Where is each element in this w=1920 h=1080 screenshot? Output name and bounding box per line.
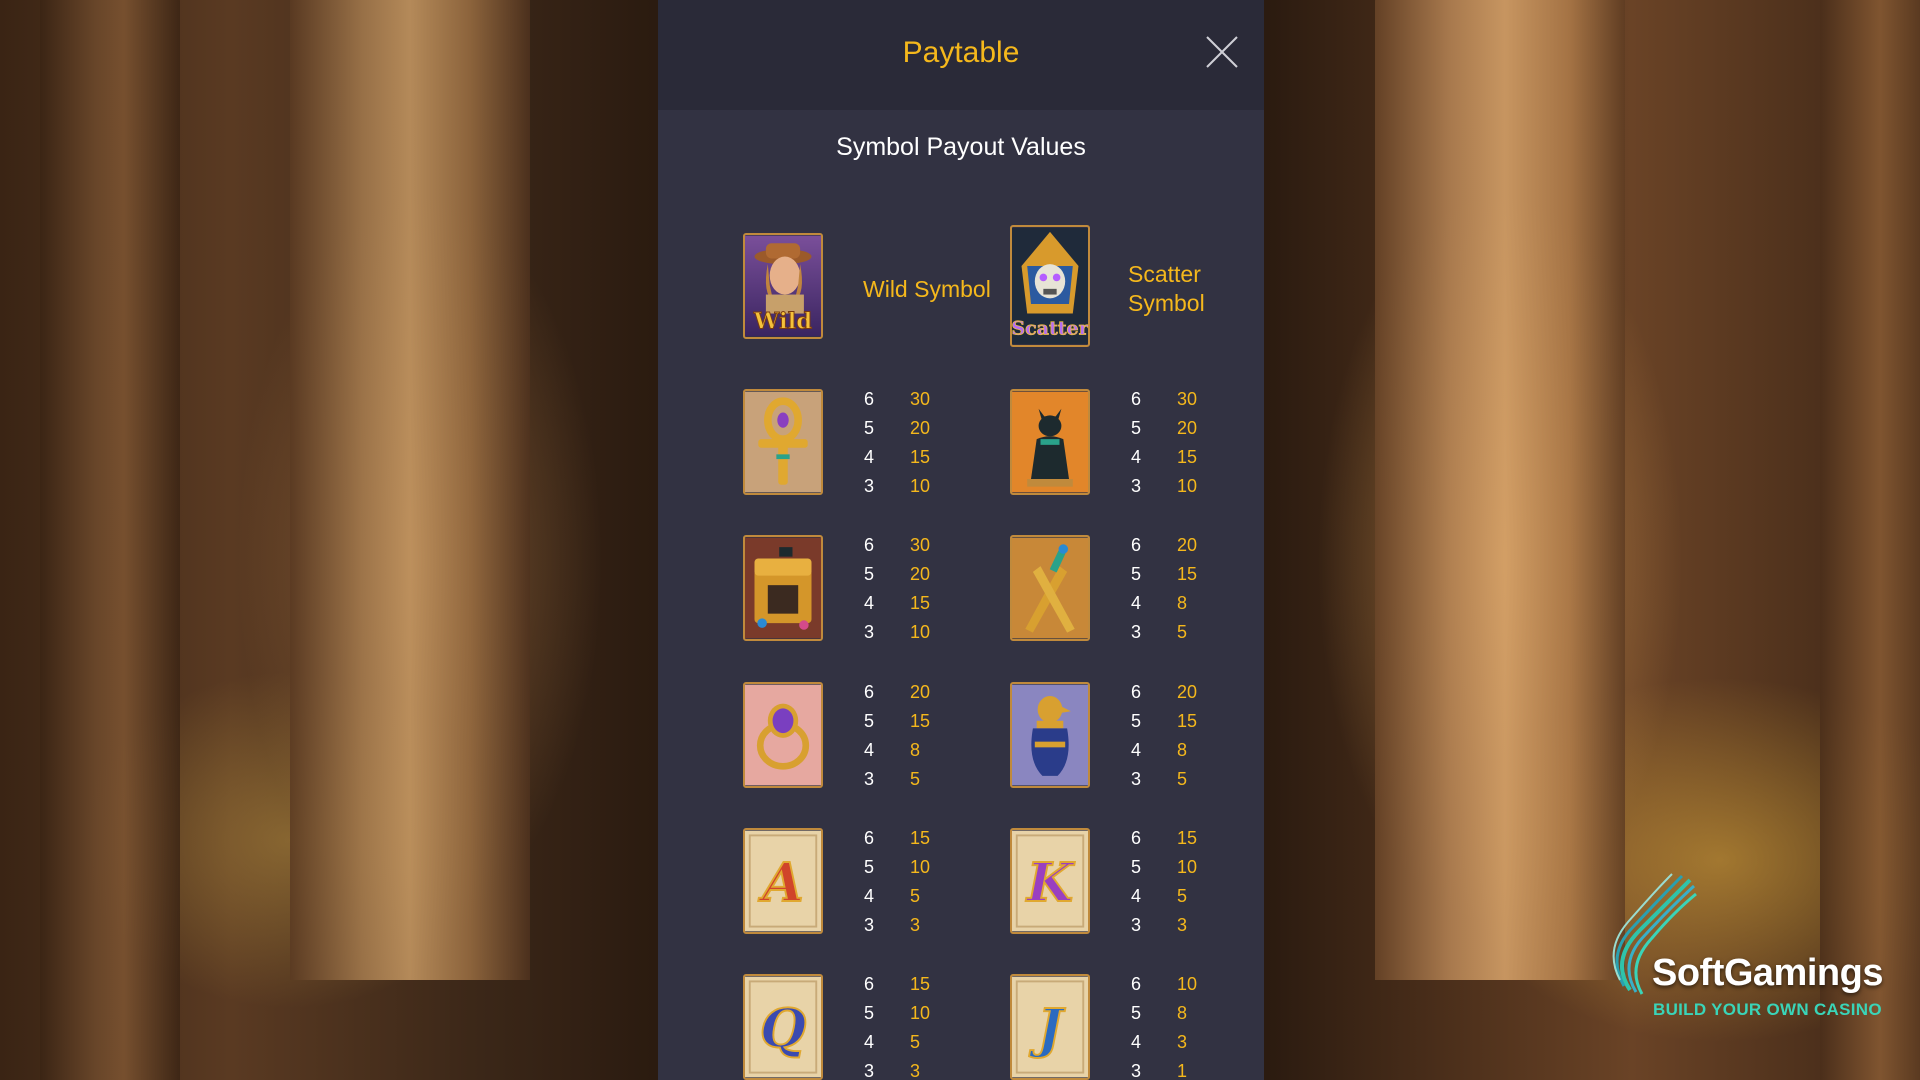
pay-row: 5 15	[1131, 711, 1198, 731]
letter-k-icon: K	[1010, 828, 1090, 934]
ankh-icon	[743, 389, 823, 495]
pay-row: 6 10	[1131, 974, 1198, 994]
pay-row: 43	[1131, 1032, 1188, 1052]
pay-row: 35	[1131, 769, 1188, 789]
treasure-chest-pay-list: 6 30 5 20 4 15 3 10	[864, 531, 930, 647]
pay-row: 45	[864, 1032, 921, 1052]
letter-q-pay-list: 6 15 5 10 45 33	[864, 970, 930, 1080]
wild-symbol-label: Wild Symbol	[863, 276, 991, 302]
letter-k-pay-list: 6 15 5 10 45 33	[1131, 824, 1197, 940]
pay-row: 6 20	[1131, 535, 1198, 555]
pay-row: 5 15	[864, 711, 931, 731]
pay-row: 5 20	[864, 564, 931, 584]
temple-pillar	[1375, 0, 1625, 980]
pay-row: 6 30	[1131, 389, 1198, 409]
pay-row: 33	[864, 915, 921, 935]
svg-text:Q: Q	[760, 997, 806, 1060]
page-title: Paytable	[902, 36, 1020, 69]
pay-row: 58	[1131, 1003, 1188, 1023]
pay-row: 48	[1131, 593, 1188, 613]
letter-q-icon: Q	[743, 974, 823, 1080]
pay-row: 6 15	[864, 974, 931, 994]
softgamings-watermark: SoftGamings BUILD YOUR OWN CASINO	[1605, 870, 1905, 1030]
pay-row: 3 10	[864, 476, 931, 496]
daggers-pay-list: 6 20 5 15 48 35	[1131, 531, 1197, 647]
letter-a-icon: A	[743, 828, 823, 934]
section-title: Symbol Payout Values	[836, 133, 1086, 161]
watermark-tagline: BUILD YOUR OWN CASINO	[1653, 1000, 1882, 1019]
pay-row: 3 10	[1131, 476, 1198, 496]
letter-j-icon: J	[1010, 974, 1090, 1080]
pay-row: 48	[864, 740, 921, 760]
paytable-header: Paytable	[658, 0, 1264, 110]
pay-row: 4 15	[864, 593, 931, 613]
pay-row: 5 10	[1131, 857, 1198, 877]
pay-row: 33	[1131, 915, 1188, 935]
watermark-brand-name: SoftGamings	[1652, 952, 1883, 994]
pay-row: 6 15	[864, 828, 931, 848]
pay-row: 5 20	[1131, 418, 1198, 438]
scarab-ring-icon	[743, 682, 823, 788]
bastet-cat-pay-list: 6 30 5 20 4 15 3 10	[1131, 385, 1197, 501]
daggers-icon	[1010, 535, 1090, 641]
svg-text:Wild: Wild	[753, 309, 813, 335]
pay-row: 6 15	[1131, 828, 1198, 848]
pay-row: 5 10	[864, 857, 931, 877]
pay-row: 6 30	[864, 389, 931, 409]
scatter-symbol-label: Scatter Symbol	[1128, 261, 1205, 316]
canopic-jar-icon	[1010, 682, 1090, 788]
wild-explorer-icon: Wild	[743, 233, 823, 339]
scarab-ring-pay-list: 6 20 5 15 48 35	[864, 678, 930, 794]
pay-row: 31	[1131, 1061, 1188, 1080]
game-background: Paytable Symbol Payout Values Wild Wild …	[0, 0, 1920, 1080]
letter-a-pay-list: 6 15 5 10 45 33	[864, 824, 930, 940]
treasure-chest-icon	[743, 535, 823, 641]
bastet-cat-icon	[1010, 389, 1090, 495]
pay-row: 4 15	[864, 447, 931, 467]
canopic-jar-pay-list: 6 20 5 15 48 35	[1131, 678, 1197, 794]
svg-text:K: K	[1025, 851, 1075, 914]
paytable-panel: Paytable Symbol Payout Values Wild Wild …	[658, 0, 1264, 1080]
temple-pillar	[290, 0, 530, 980]
svg-text:Scatter: Scatter	[1012, 317, 1088, 339]
pay-row: 5 10	[864, 1003, 931, 1023]
pay-row: 4 15	[1131, 447, 1198, 467]
pay-row: 33	[864, 1061, 921, 1080]
letter-j-pay-list: 6 10 58 43 31	[1131, 970, 1197, 1080]
ankh-pay-list: 6 30 5 20 4 15 3 10	[864, 385, 930, 501]
pay-row: 35	[864, 769, 921, 789]
close-button[interactable]	[1204, 34, 1240, 70]
pay-row: 3 10	[864, 622, 931, 642]
close-icon	[1206, 36, 1238, 68]
scatter-pharaoh-skull-icon: Scatter	[1010, 225, 1090, 347]
pay-row: 48	[1131, 740, 1188, 760]
pay-row: 45	[1131, 886, 1188, 906]
svg-text:A: A	[757, 851, 803, 914]
pay-row: 5 15	[1131, 564, 1198, 584]
pay-row: 6 20	[1131, 682, 1198, 702]
pay-row: 45	[864, 886, 921, 906]
pay-row: 35	[1131, 622, 1188, 642]
temple-pillar	[40, 0, 180, 1080]
pay-row: 6 20	[864, 682, 931, 702]
pay-row: 6 30	[864, 535, 931, 555]
pay-row: 5 20	[864, 418, 931, 438]
